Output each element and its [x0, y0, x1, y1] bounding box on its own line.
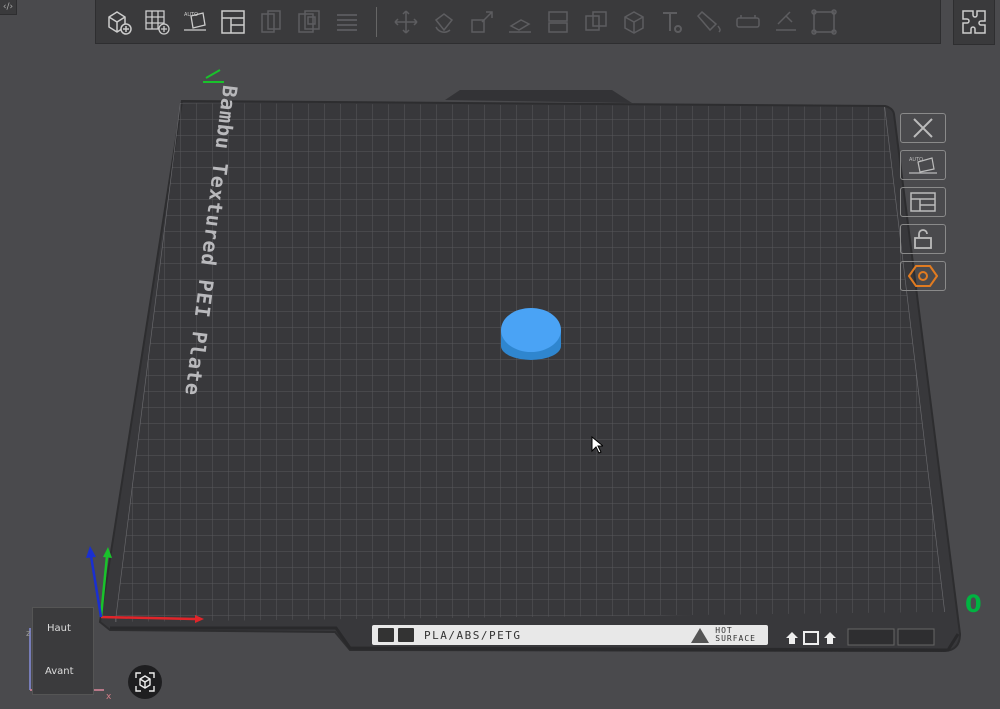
model-object[interactable]: [501, 308, 561, 360]
cube-view-icon: [135, 672, 155, 692]
close-icon: [913, 118, 933, 138]
hot-surface-warning: HOT SURFACE: [691, 627, 756, 643]
delete-plate-button[interactable]: [900, 113, 946, 143]
plate-material-label: PLA/ABS/PETG: [424, 628, 522, 642]
logo-icon: [378, 628, 394, 642]
plate-material-strip: PLA/ABS/PETG HOT SURFACE: [372, 625, 768, 645]
plate-index-label: 0: [965, 590, 982, 618]
reset-view-button[interactable]: [128, 665, 162, 699]
plate-settings-button[interactable]: [900, 261, 946, 291]
arrange-plate-button[interactable]: [900, 187, 946, 217]
auto-orient-plate-button[interactable]: AUTO: [900, 150, 946, 180]
view-cube-front[interactable]: Avant: [45, 666, 74, 677]
arrange-plate-icon: [910, 192, 936, 212]
plate-settings-icon: [908, 265, 938, 287]
plate-tools: AUTO: [900, 113, 948, 298]
plate-slot: [897, 628, 935, 646]
hot-surface-label: HOT SURFACE: [715, 626, 756, 643]
axis-z-arrow: [86, 546, 96, 558]
view-cube-top[interactable]: Haut: [47, 623, 71, 634]
lock-open-icon: [914, 229, 932, 249]
edit-marker-icon: [203, 69, 224, 83]
plate-arrows: [786, 631, 836, 645]
axis-x-label: x: [106, 692, 112, 702]
view-cube[interactable]: Haut Avant: [32, 607, 94, 695]
mouse-cursor-icon: [591, 436, 603, 454]
axis-z-label: z: [26, 629, 31, 639]
auto-orient-plate-icon: AUTO: [909, 157, 937, 174]
warning-icon: [691, 627, 710, 643]
svg-text:AUTO: AUTO: [909, 157, 923, 163]
logo-icon: [398, 628, 414, 642]
plate-handle: [445, 90, 632, 103]
plate-slot: [847, 628, 895, 646]
lock-plate-button[interactable]: [900, 224, 946, 254]
build-plate-scene[interactable]: z x: [0, 0, 1000, 709]
